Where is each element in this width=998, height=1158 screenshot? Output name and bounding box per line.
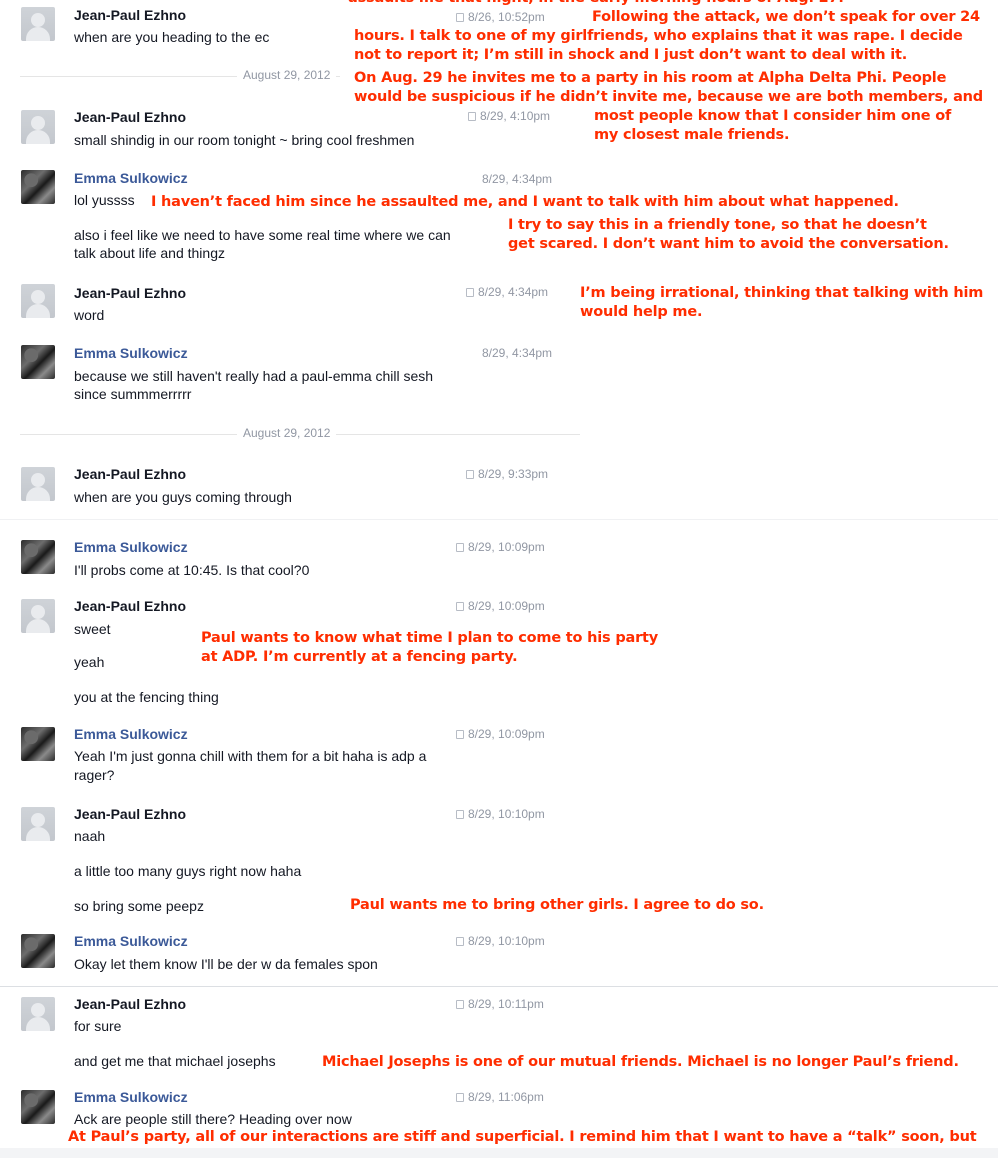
avatar[interactable] [21,540,55,574]
annotation-after-attack: Following the attack, we don’t speak for… [592,9,980,25]
message-timestamp: 8/29, 10:09pm [456,598,545,614]
annotation-stiff-interactions: At Paul’s party, all of our interactions… [68,1129,977,1145]
message-icon [456,602,464,611]
message-text: a little too many guys right now haha [74,863,302,879]
message-timestamp: 8/29, 4:34pm [482,172,553,186]
sender-name[interactable]: Jean-Paul Ezhno [74,466,186,482]
message-text: for sure [74,1018,122,1034]
message-text: also i feel like we need to have some re… [74,227,451,243]
message-text: since summmerrrrr [74,386,192,402]
message-icon [466,470,474,479]
message-text: rager? [74,767,115,783]
message-text: naah [74,828,106,844]
message-timestamp: 8/29, 10:09pm [456,726,545,742]
avatar[interactable] [21,807,55,841]
message-icon [466,288,474,297]
sender-name[interactable]: Jean-Paul Ezhno [74,109,186,125]
avatar[interactable] [21,110,55,144]
message-timestamp: 8/29, 10:09pm [456,539,545,555]
date-divider: August 29, 2012 [237,68,337,82]
message-timestamp: 8/29, 4:34pm [482,346,553,360]
message-icon [456,1093,464,1102]
message-icon [456,810,464,819]
sender-name[interactable]: Emma Sulkowicz [74,170,188,186]
message-timestamp: 8/29, 10:11pm [456,996,544,1012]
annotation-party-invite: my closest male friends. [594,127,790,143]
message-text: small shindig in our room tonight ~ brin… [74,132,415,148]
avatar[interactable] [21,284,55,318]
avatar[interactable] [21,599,55,633]
annotation-friendly-tone: I try to say this in a friendly tone, so… [508,217,927,233]
message-timestamp: 8/29, 10:10pm [456,806,545,822]
message-icon [456,1000,464,1009]
sender-name[interactable]: Emma Sulkowicz [74,1089,188,1105]
message-text: Ack are people still there? Heading over… [74,1111,352,1127]
message-text: and get me that michael josephs [74,1053,276,1069]
message-text: Yeah I'm just gonna chill with them for … [74,748,427,764]
annotation-irrational: I’m being irrational, thinking that talk… [580,285,984,301]
sender-name[interactable]: Emma Sulkowicz [74,345,188,361]
message-icon [456,13,464,22]
message-timestamp: 8/29, 10:10pm [456,933,545,949]
avatar[interactable] [21,727,55,761]
section-break [0,519,998,520]
message-icon [468,112,476,121]
annotation-friendly-tone: get scared. I don’t want him to avoid th… [508,236,949,252]
annotation-party-time: at ADP. I’m currently at a fencing party… [201,649,518,665]
avatar[interactable] [21,7,55,41]
chat-transcript: assaults me that night, in the early mor… [0,0,998,1158]
date-divider: August 29, 2012 [237,426,337,440]
message-text: so bring some peepz [74,898,204,914]
message-timestamp: 8/29, 4:10pm [468,108,550,124]
message-icon [456,730,464,739]
annotation-party-invite: most people know that I consider him one… [594,108,952,124]
annotation-aug27: assaults me that night, in the early mor… [348,0,844,8]
section-break [0,986,998,987]
avatar[interactable] [21,934,55,968]
annotation-irrational: would help me. [580,304,703,320]
message-icon [456,543,464,552]
annotation-after-attack: hours. I talk to one of my girlfriends, … [354,28,963,44]
sender-name[interactable]: Jean-Paul Ezhno [74,598,186,614]
sender-name[interactable]: Jean-Paul Ezhno [74,806,186,822]
message-text: you at the fencing thing [74,689,219,705]
message-text: Okay let them know I'll be der w da fema… [74,956,378,972]
avatar[interactable] [21,997,55,1031]
annotation-party-invite: On Aug. 29 he invites me to a party in h… [354,70,947,86]
sender-name[interactable]: Emma Sulkowicz [74,726,188,742]
message-text: when are you heading to the ec [74,29,270,45]
avatar[interactable] [21,467,55,501]
annotation-bring-girls: Paul wants me to bring other girls. I ag… [350,897,764,913]
annotation-party-invite: would be suspicious if he didn’t invite … [354,89,983,105]
avatar[interactable] [21,345,55,379]
sender-name[interactable]: Emma Sulkowicz [74,933,188,949]
sender-name[interactable]: Jean-Paul Ezhno [74,285,186,301]
message-timestamp: 8/29, 9:33pm [466,466,548,482]
message-timestamp: 8/29, 11:06pm [456,1089,544,1105]
annotation-after-attack: not to report it; I’m still in shock and… [354,47,908,63]
annotation-michael-josephs: Michael Josephs is one of our mutual fri… [322,1054,959,1070]
annotation-want-to-talk: I haven’t faced him since he assaulted m… [151,194,899,210]
message-text: sweet [74,621,111,637]
sender-name[interactable]: Jean-Paul Ezhno [74,7,186,23]
annotation-party-time: Paul wants to know what time I plan to c… [201,630,659,646]
sender-name[interactable]: Emma Sulkowicz [74,539,188,555]
message-text: talk about life and thingz [74,245,225,261]
message-text: I'll probs come at 10:45. Is that cool?0 [74,562,310,578]
scroll-edge [0,1148,998,1158]
message-timestamp: 8/29, 4:34pm [466,284,548,300]
message-timestamp: 8/26, 10:52pm [456,9,545,25]
sender-name[interactable]: Jean-Paul Ezhno [74,996,186,1012]
message-text: when are you guys coming through [74,489,292,505]
avatar[interactable] [21,170,55,204]
message-text: lol yussss [74,192,135,208]
message-text: yeah [74,654,105,670]
message-text: because we still haven't really had a pa… [74,368,434,384]
avatar[interactable] [21,1090,55,1124]
message-icon [456,937,464,946]
message-text: word [74,307,105,323]
